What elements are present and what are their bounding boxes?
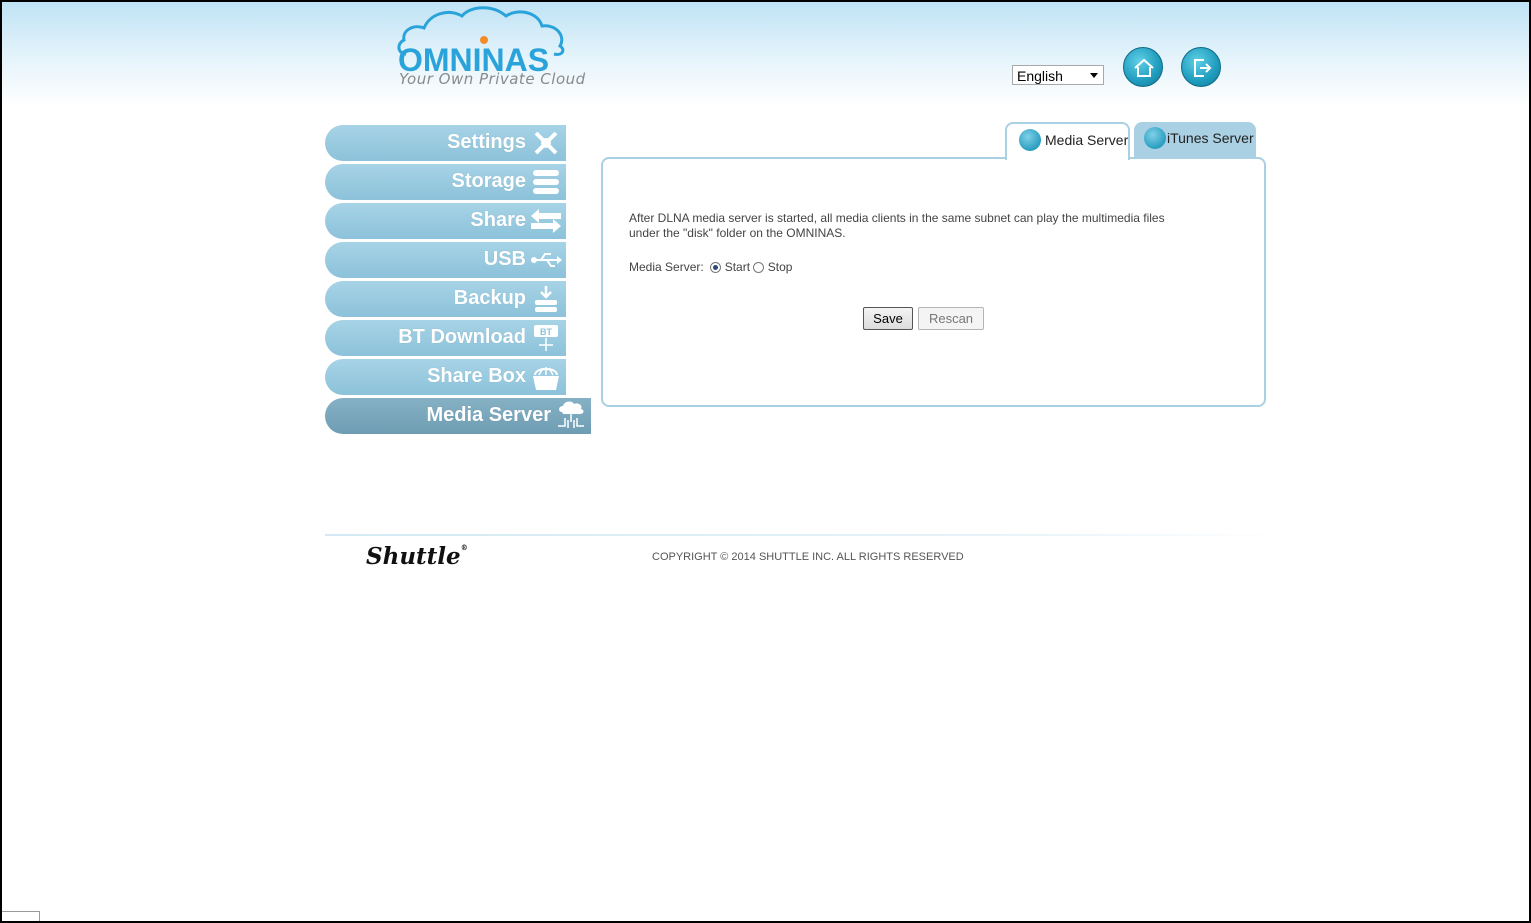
sidebar-item-usb[interactable]: USB [325,242,566,278]
music-note-icon [1144,127,1166,149]
tab-label: iTunes Server [1167,130,1254,146]
sidebar-item-settings[interactable]: Settings [325,125,566,161]
description-line: under the "disk" folder on the OMNINAS. [629,226,846,240]
logout-icon [1194,59,1212,77]
rescan-button[interactable]: Rescan [918,307,984,330]
sidebar-item-bt-download[interactable]: BT Download BT [325,320,566,356]
home-button[interactable] [1123,47,1163,87]
sidebar-item-label: Media Server [426,404,551,426]
tools-icon [534,131,558,155]
brand-text: Shuttle [366,543,461,570]
logo-tagline: Your Own Private Cloud [399,70,586,88]
header-background [2,2,1529,107]
sidebar-item-label: USB [483,248,526,270]
media-server-label: Media Server: [629,260,704,274]
backup-icon [535,286,557,312]
omninas-logo[interactable]: OMNINAS Your Own Private Cloud [396,6,585,90]
radio-stop[interactable] [753,262,765,273]
sidebar-item-label: Share [470,209,526,231]
media-server-description: After DLNA media server is started, all … [629,211,1209,241]
tab-label: Media Server [1045,132,1129,148]
logout-button[interactable] [1181,47,1221,87]
language-select[interactable]: English [1012,65,1104,85]
radio-start-label: Start [724,260,751,274]
media-server-icon [558,401,584,428]
radio-start[interactable] [710,262,722,273]
media-server-option-row: Media Server: Start Stop [629,260,792,274]
sidebar-item-label: Backup [453,287,526,309]
window-frame [0,0,1531,923]
description-line: After DLNA media server is started, all … [629,211,1165,225]
copyright-text: COPYRIGHT © 2014 SHUTTLE INC. ALL RIGHTS… [652,551,964,563]
sidebar-item-media-server[interactable]: Media Server [325,398,591,434]
share-box-icon [533,367,559,390]
radio-stop-label: Stop [767,260,793,274]
sidebar-item-storage[interactable]: Storage [325,164,566,200]
sidebar-item-backup[interactable]: Backup [325,281,566,317]
svg-text:BT: BT [540,327,552,337]
usb-icon [531,253,562,267]
sidebar-item-label: BT Download [398,326,526,348]
shuttle-logo: Shuttle® [366,543,468,570]
save-button[interactable]: Save [863,307,913,330]
sidebar-item-label: Storage [451,170,526,192]
tab-media-server[interactable]: Media Server [1005,122,1130,160]
status-corner [0,911,40,923]
media-server-panel [601,157,1266,407]
sidebar-item-share-box[interactable]: Share Box [325,359,566,395]
media-globe-icon [1019,129,1041,151]
home-icon [1134,58,1154,77]
chevron-down-icon [1090,73,1098,78]
language-selected-value: English [1017,68,1063,84]
sidebar-item-label: Settings [447,131,526,153]
footer-divider [325,534,1280,536]
sidebar-item-label: Share Box [427,365,526,387]
storage-icon [533,170,559,194]
share-arrows-icon [531,209,561,233]
bt-download-icon: BT [534,325,558,351]
sidebar-item-share[interactable]: Share [325,203,566,239]
tab-itunes-server[interactable]: iTunes Server [1134,122,1256,158]
